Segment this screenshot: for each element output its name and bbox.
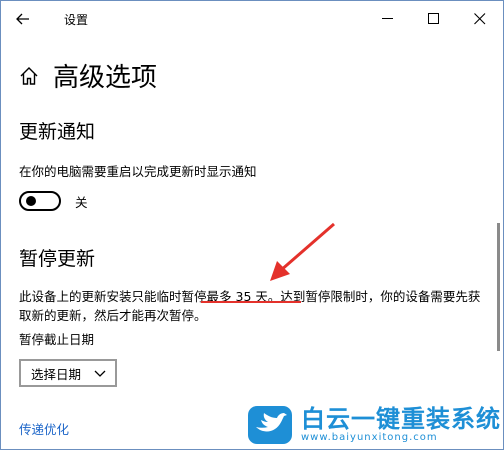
watermark-title: 白云一键重装系统 (301, 405, 501, 433)
notification-description: 在你的电脑需要重启以完成更新时显示通知 (19, 164, 257, 179)
watermark-url: www.baiyunxitong.com (301, 432, 438, 443)
pause-description: 此设备上的更新安装只能临时暂停最多 35 天。达到暂停限制时，你的设备需要先获取… (19, 287, 481, 325)
pick-date-select[interactable]: 选择日期 (19, 359, 117, 387)
back-button[interactable] (11, 7, 35, 31)
minimize-button[interactable] (365, 1, 411, 37)
update-notification-title: 更新通知 (19, 121, 96, 143)
chevron-down-icon (94, 370, 106, 377)
pick-date-value: 选择日期 (31, 366, 82, 382)
bird-logo-icon (248, 406, 292, 444)
watermark: 白云一键重装系统 www.baiyunxitong.com (243, 399, 503, 449)
notification-toggle[interactable] (19, 191, 61, 211)
title-bar: 设置 (1, 1, 503, 37)
close-icon (474, 13, 486, 25)
annotation-arrow-icon (270, 222, 335, 281)
home-icon (20, 66, 38, 85)
page-heading: 高级选项 (19, 57, 157, 94)
close-button[interactable] (457, 1, 503, 37)
back-arrow-icon (16, 13, 29, 25)
scrollbar-thumb[interactable] (497, 223, 500, 351)
toggle-knob (26, 196, 36, 206)
pause-desc-part1: 此设备上的更新安装只能临时 (19, 289, 182, 304)
page-title: 高级选项 (53, 63, 158, 93)
pause-updates-title: 暂停更新 (19, 248, 96, 270)
toggle-state-label: 关 (75, 195, 88, 210)
window-title: 设置 (64, 13, 89, 27)
annotation-underline (201, 301, 301, 303)
maximize-button[interactable] (411, 1, 457, 37)
pause-date-label: 暂停截止日期 (19, 332, 95, 347)
settings-window: 设置 高级选项 更新通知 在你的电脑需要重启以完成更新时显示通知 关 暂停更新 … (0, 0, 504, 450)
delivery-optimization-link[interactable]: 传递优化 (19, 419, 69, 438)
minimize-icon (382, 18, 393, 19)
maximize-icon (428, 13, 439, 24)
